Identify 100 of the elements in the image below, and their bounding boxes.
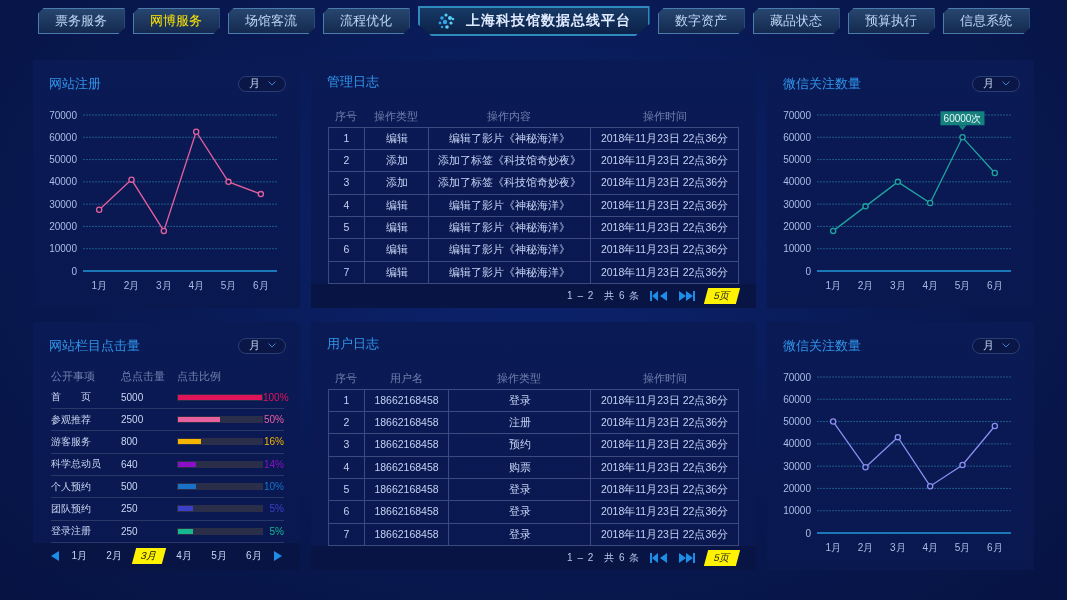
table-cell: 预约 xyxy=(449,434,591,457)
table-cell: 18662168458 xyxy=(365,479,449,502)
item-name: 首 页 xyxy=(51,390,92,405)
table-cell: 2018年11月23日 22点36分 xyxy=(591,150,738,173)
table-cell: 登录 xyxy=(449,523,591,545)
table-cell: 编辑了影片《神秘海洋》 xyxy=(429,127,591,151)
table-cell: 添加 xyxy=(365,150,429,173)
percentage: 16% xyxy=(263,436,284,448)
percentage: 5% xyxy=(268,503,284,515)
table-cell: 编辑了影片《神秘海洋》 xyxy=(429,261,591,283)
table-cell: 登录 xyxy=(449,501,591,524)
y-axis-label: 70000 xyxy=(783,371,811,383)
platform-title: 上海科技馆数据总线平台 xyxy=(466,12,631,30)
column-header: 操作时间 xyxy=(641,372,688,387)
x-axis-label: 1月 xyxy=(825,542,841,554)
table-cell: 4 xyxy=(329,456,365,480)
percentage: 100% xyxy=(263,391,289,403)
table-cell: 编辑 xyxy=(365,194,429,218)
column-header: 操作类型 xyxy=(496,372,542,387)
table-cell: 18662168458 xyxy=(365,523,449,545)
column-header: 点击比例 xyxy=(177,369,222,384)
item-name: 个人预约 xyxy=(51,479,92,494)
table-cell: 2018年11月23日 22点36分 xyxy=(591,389,738,413)
panel-title: 管理日志 xyxy=(327,73,379,91)
table-cell: 18662168458 xyxy=(365,501,449,524)
record-count: 共 6 条 xyxy=(604,551,641,565)
click-count: 800 xyxy=(121,436,139,448)
panel-title: 微信关注数量 xyxy=(783,74,861,93)
y-axis-label: 30000 xyxy=(783,460,811,472)
table-cell: 4 xyxy=(329,194,365,218)
y-axis-label: 50000 xyxy=(783,154,811,166)
table-cell: 2018年11月23日 22点36分 xyxy=(591,194,738,218)
y-axis-label: 20000 xyxy=(49,221,77,233)
y-axis-label: 60000 xyxy=(49,132,77,144)
page-range: 1 – 2 xyxy=(567,552,595,564)
table-cell: 18662168458 xyxy=(365,389,449,413)
panel-title: 用户日志 xyxy=(327,335,379,353)
click-count: 250 xyxy=(121,525,139,537)
table-cell: 7 xyxy=(329,261,365,283)
y-axis-label: 50000 xyxy=(49,154,77,166)
table-cell: 2018年11月23日 22点36分 xyxy=(591,217,738,240)
x-axis-label: 3月 xyxy=(890,542,906,554)
table-cell: 编辑了影片《神秘海洋》 xyxy=(429,239,591,262)
x-axis-label: 5月 xyxy=(954,542,971,554)
y-axis-label: 10000 xyxy=(783,505,811,517)
panel-title: 网站注册 xyxy=(49,74,101,93)
table-cell: 1 xyxy=(329,389,365,413)
panel-title: 微信关注数量 xyxy=(783,336,861,355)
table-cell: 编辑 xyxy=(365,261,429,283)
item-name: 参观推荐 xyxy=(51,412,92,427)
table-cell: 2 xyxy=(329,150,365,173)
table-cell: 3 xyxy=(329,434,365,457)
x-axis-label: 6月 xyxy=(253,280,269,292)
column-header: 操作类型 xyxy=(373,110,419,125)
table-cell: 3 xyxy=(329,172,365,195)
table-cell: 注册 xyxy=(449,412,591,435)
column-header: 公开事项 xyxy=(51,369,96,384)
item-name: 游客服务 xyxy=(51,434,92,449)
item-name: 团队预约 xyxy=(51,501,92,516)
y-axis-label: 0 xyxy=(805,265,811,277)
y-axis-label: 40000 xyxy=(783,176,811,188)
table-cell: 6 xyxy=(329,501,365,524)
x-axis-label: 2月 xyxy=(123,280,140,292)
column-header: 序号 xyxy=(334,110,358,125)
y-axis-label: 30000 xyxy=(783,198,811,210)
page-range: 1 – 2 xyxy=(567,290,595,302)
percentage: 5% xyxy=(268,525,284,537)
table-cell: 2 xyxy=(329,412,365,435)
value-tooltip: 60000次 xyxy=(940,111,985,131)
table-cell: 5 xyxy=(329,479,365,502)
table-cell: 18662168458 xyxy=(365,412,449,435)
x-axis-label: 2月 xyxy=(857,280,874,292)
x-axis-label: 6月 xyxy=(987,542,1003,554)
table-cell: 7 xyxy=(329,523,365,545)
table-cell: 编辑了影片《神秘海洋》 xyxy=(429,194,591,218)
table-cell: 2018年11月23日 22点36分 xyxy=(591,456,738,480)
column-header: 序号 xyxy=(334,372,358,387)
x-axis-label: 3月 xyxy=(156,280,172,292)
x-axis-label: 4月 xyxy=(922,542,938,554)
x-axis-label: 6月 xyxy=(987,280,1003,292)
item-name: 科学总动员 xyxy=(51,457,102,472)
click-count: 2500 xyxy=(121,414,145,426)
click-count: 250 xyxy=(121,503,139,515)
table-cell: 编辑 xyxy=(365,239,429,262)
record-count: 共 6 条 xyxy=(604,289,641,303)
x-axis-label: 1月 xyxy=(825,280,841,292)
table-cell: 18662168458 xyxy=(365,434,449,457)
column-header: 操作内容 xyxy=(486,110,532,125)
annotation: 60000次 xyxy=(943,113,982,125)
table-cell: 2018年11月23日 22点36分 xyxy=(591,127,738,151)
y-axis-label: 70000 xyxy=(49,109,77,121)
y-axis-label: 30000 xyxy=(49,198,77,210)
table-cell: 2018年11月23日 22点36分 xyxy=(591,239,738,262)
column-header: 操作时间 xyxy=(641,110,688,125)
table-cell: 登录 xyxy=(449,479,591,502)
table-cell: 添加 xyxy=(365,172,429,195)
y-axis-label: 50000 xyxy=(783,416,811,428)
percentage: 10% xyxy=(263,481,284,493)
x-axis-label: 5月 xyxy=(220,280,237,292)
x-axis-label: 4月 xyxy=(188,280,204,292)
